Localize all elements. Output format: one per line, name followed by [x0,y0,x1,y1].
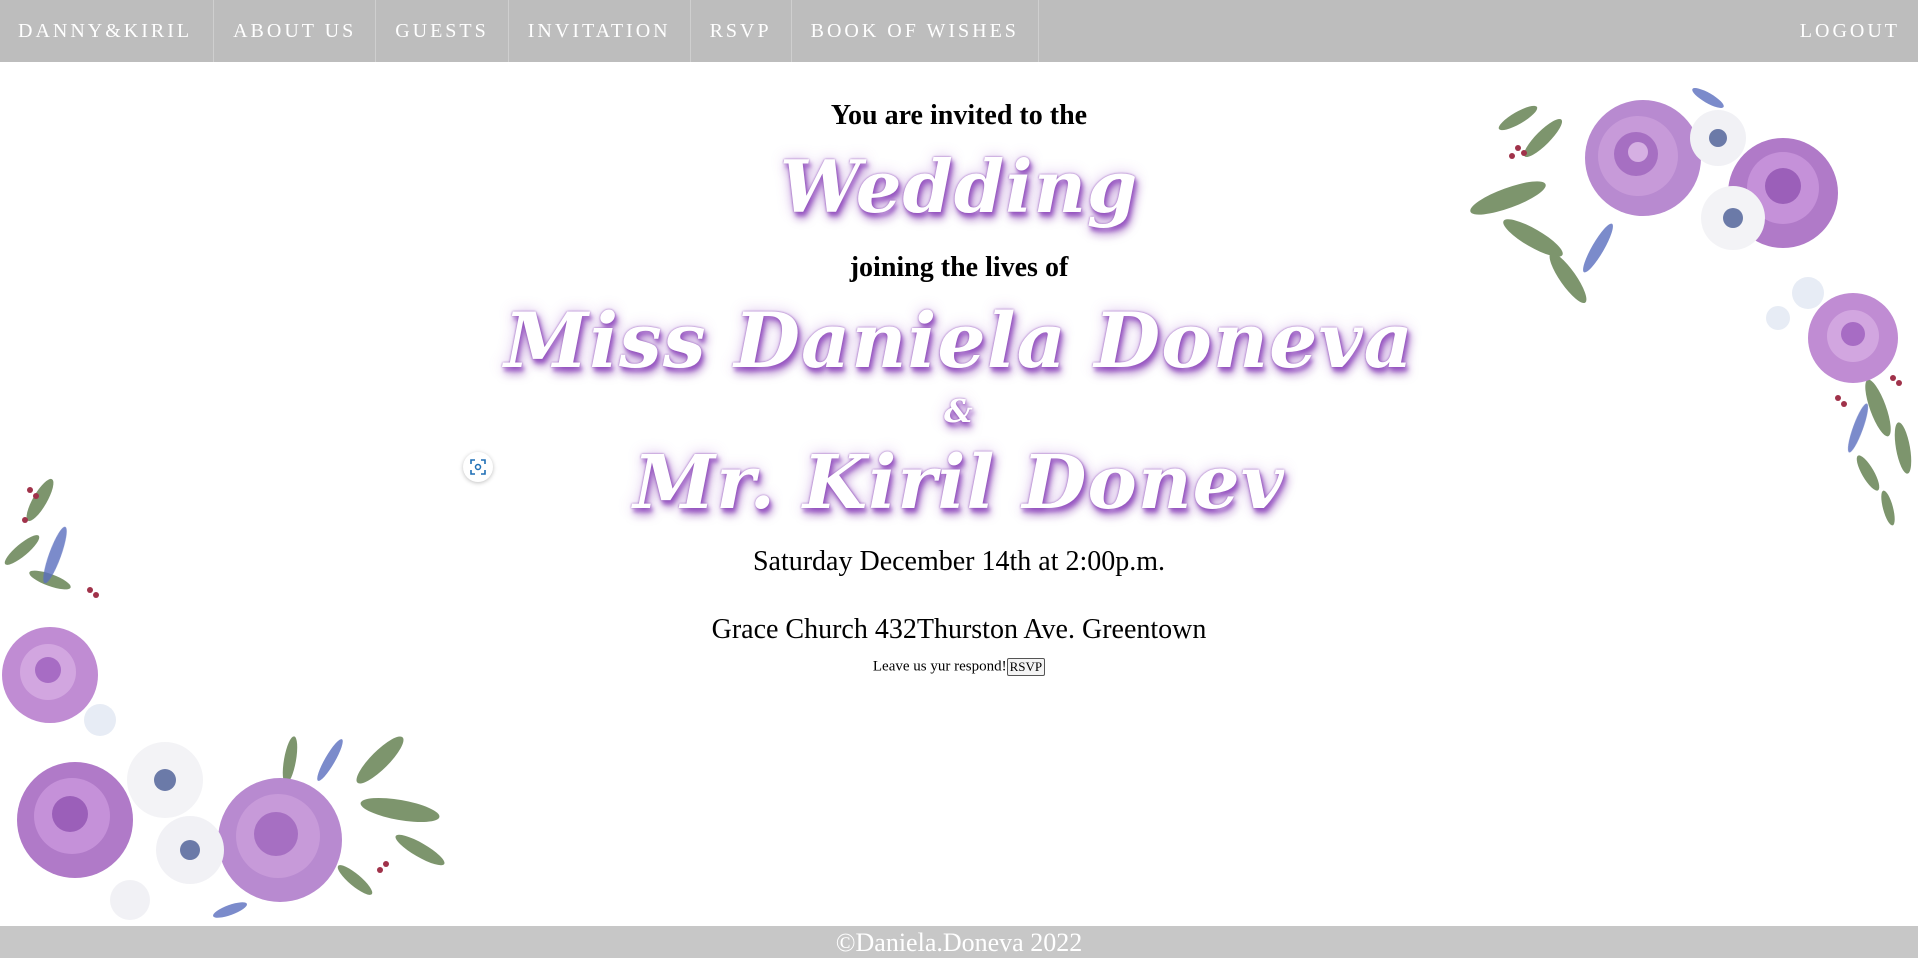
groom-name: Mr. Kiril Donev [633,440,1285,526]
event-date: Saturday December 14th at 2:00p.m. [752,546,1166,577]
nav-item-guests[interactable]: GUESTS [376,0,509,62]
bride-name: Miss Daniela Doneva [504,296,1414,385]
nav-brand-link[interactable]: DANNY&KIRIL [0,0,215,62]
nav-item-invitation[interactable]: INVITATION [509,0,691,62]
page-footer: ©Daniela.Doneva 2022 [0,926,1918,958]
ampersand: & [944,392,974,430]
respond-text: Leave us yur respond! [872,658,1007,675]
logout-link[interactable]: LOGOUT [1781,0,1918,62]
rsvp-button[interactable]: RSVP [1006,658,1046,676]
nav-item-rsvp[interactable]: RSVP [691,0,792,62]
event-title: Wedding [779,144,1139,229]
copyright-text: ©Daniela.Doneva 2022 [835,928,1083,957]
screen-capture-icon[interactable] [463,452,493,482]
respond-line: Leave us yur respond! RSVP [0,658,1918,676]
nav-item-book-of-wishes[interactable]: BOOK OF WISHES [792,0,1039,62]
event-venue: Grace Church 432Thurston Ave. Greentown [711,614,1207,645]
screen-capture-glyph [470,459,486,475]
joining-text: joining the lives of [849,252,1069,283]
nav-item-about-us[interactable]: ABOUT US [214,0,377,62]
top-navbar: DANNY&KIRIL ABOUT US GUESTS INVITATION R… [0,0,1918,62]
floral-decoration-bottom-left [2,478,445,920]
invite-intro-text: You are invited to the [830,100,1088,131]
